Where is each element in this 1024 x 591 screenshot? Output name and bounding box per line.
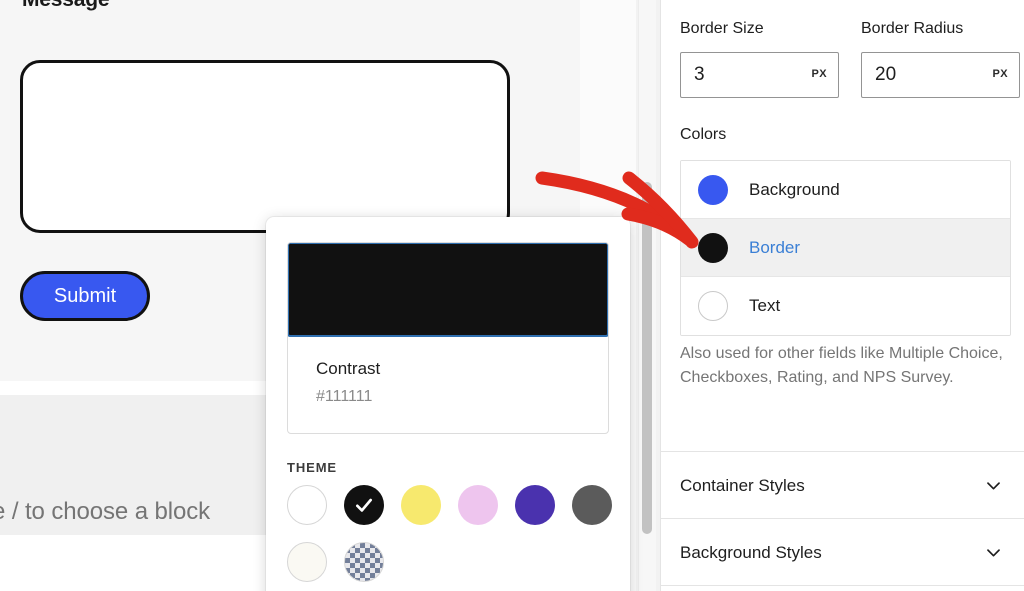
container-styles-label: Container Styles — [680, 475, 805, 495]
container-styles-accordion-row[interactable]: Container Styles — [661, 452, 1024, 519]
color-preview-meta: Contrast #111111 — [288, 337, 608, 406]
screenshot-root: Message * Submit e / to choose a block B… — [0, 0, 1024, 591]
theme-swatch-grid — [287, 485, 617, 582]
theme-section-heading: THEME — [287, 460, 337, 475]
container-styles-accordion[interactable]: Container Styles — [661, 451, 1024, 519]
color-preview-hex: #111111 — [316, 388, 373, 405]
colors-help-text: Also used for other fields like Multiple… — [680, 345, 1003, 386]
colors-section-title: Colors — [680, 126, 727, 143]
required-asterisk-icon: * — [125, 0, 132, 4]
border-radius-unit: PX — [992, 68, 1008, 80]
border-radius-input-wrap[interactable]: PX — [861, 52, 1020, 98]
color-row-label: Text — [749, 296, 781, 315]
color-preview-swatch[interactable] — [288, 243, 608, 337]
submit-button[interactable]: Submit — [20, 271, 150, 321]
color-swatch-icon[interactable] — [698, 232, 728, 263]
color-row-border[interactable]: Border — [681, 219, 1010, 277]
vertical-scrollbar-thumb[interactable] — [642, 182, 652, 534]
background-styles-accordion[interactable]: Background Styles — [661, 518, 1024, 586]
chevron-down-icon[interactable] — [984, 476, 1003, 495]
color-row-label: Border — [749, 237, 801, 257]
border-size-input-wrap[interactable]: PX — [680, 52, 839, 98]
theme-swatch-contrast-black[interactable] — [344, 485, 384, 525]
theme-swatch-transparent[interactable] — [344, 542, 384, 582]
color-row-label: Background — [749, 179, 840, 199]
border-radius-input[interactable] — [862, 53, 982, 97]
message-textarea[interactable] — [20, 60, 510, 233]
theme-swatch-gray[interactable] — [572, 485, 612, 525]
theme-swatch-cream[interactable] — [287, 542, 327, 582]
block-placeholder-text[interactable]: e / to choose a block — [0, 498, 210, 526]
color-row-background[interactable]: Background — [681, 161, 1010, 219]
theme-swatch-white[interactable] — [287, 485, 327, 525]
check-icon — [356, 498, 372, 512]
border-radius-label: Border Radius — [861, 20, 964, 37]
color-preview-name: Contrast — [316, 359, 381, 378]
color-swatch-icon[interactable] — [698, 291, 728, 321]
colors-list: Background Border Text — [680, 160, 1011, 336]
border-radius-group: Border Radius PX — [861, 20, 1020, 98]
border-size-input[interactable] — [681, 53, 801, 97]
background-styles-accordion-row[interactable]: Background Styles — [661, 519, 1024, 586]
message-field-label: Message — [22, 0, 110, 12]
color-picker-popover: Contrast #111111 THEME — [266, 217, 630, 591]
theme-swatch-pink[interactable] — [458, 485, 498, 525]
border-dimensions-row: Border Size PX Border Radius PX — [680, 20, 1020, 98]
color-preview-card[interactable]: Contrast #111111 — [287, 242, 609, 434]
theme-swatch-yellow[interactable] — [401, 485, 441, 525]
border-size-unit: PX — [811, 68, 827, 80]
sidebar-bottom-divider — [661, 585, 1024, 586]
background-styles-label: Background Styles — [680, 542, 822, 562]
color-row-text[interactable]: Text — [681, 277, 1010, 335]
border-size-label: Border Size — [680, 20, 764, 37]
theme-swatch-purple[interactable] — [515, 485, 555, 525]
chevron-down-icon[interactable] — [984, 543, 1003, 562]
color-swatch-icon[interactable] — [698, 174, 728, 205]
border-size-group: Border Size PX — [680, 20, 839, 98]
styles-sidebar: Border Size PX Border Radius PX Colors B… — [660, 0, 1024, 591]
